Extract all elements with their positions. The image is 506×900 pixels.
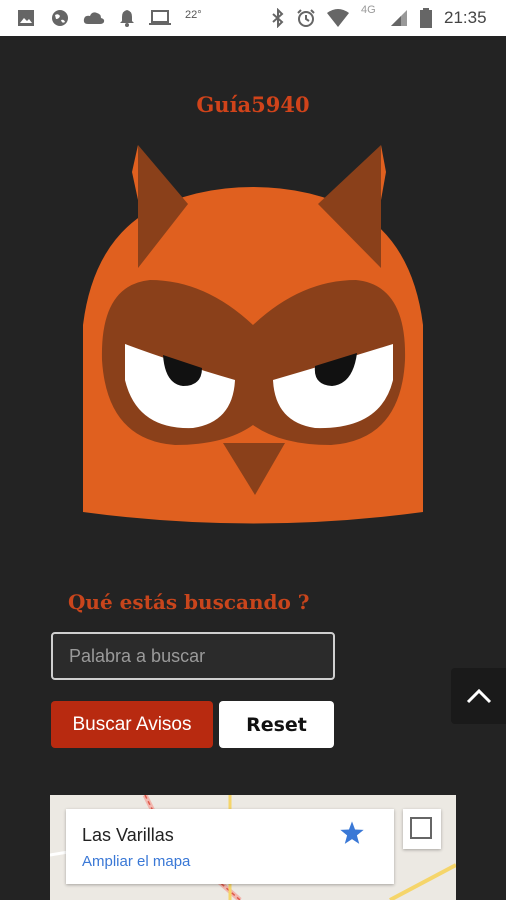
- map-fullscreen-button[interactable]: [403, 809, 441, 849]
- search-button[interactable]: Buscar Avisos: [51, 701, 213, 748]
- site-title[interactable]: Guía5940: [0, 92, 506, 117]
- signal-icon: [391, 10, 407, 26]
- battery-icon: [420, 8, 432, 28]
- map-enlarge-link[interactable]: Ampliar el mapa: [82, 853, 190, 870]
- map-place-name: Las Varillas: [82, 825, 174, 845]
- laptop-icon: [149, 10, 171, 25]
- status-bar: 22° 4G 21:35: [0, 0, 506, 36]
- map-info-card: Las Varillas Ampliar el mapa: [66, 809, 394, 884]
- chevron-up-icon: [466, 688, 492, 704]
- globe-icon: [52, 10, 68, 26]
- clock: 21:35: [444, 8, 487, 27]
- image-icon: [18, 10, 34, 26]
- search-input[interactable]: [51, 632, 335, 680]
- bell-icon: [120, 10, 134, 27]
- alarm-icon: [297, 9, 315, 27]
- fullscreen-icon: [410, 817, 432, 839]
- reset-button[interactable]: Reset: [219, 701, 334, 748]
- owl-left-ear-outer: [132, 145, 138, 200]
- owl-logo: [83, 145, 423, 524]
- cloud-icon: [83, 12, 105, 24]
- owl-right-ear-outer: [381, 145, 386, 200]
- temperature: 22°: [185, 9, 202, 21]
- scroll-top-button[interactable]: [451, 668, 506, 724]
- wifi-icon: [327, 9, 349, 27]
- bluetooth-icon: [272, 8, 284, 28]
- network-type: 4G: [361, 4, 376, 16]
- star-icon[interactable]: [338, 819, 366, 847]
- search-heading: Qué estás buscando ?: [68, 590, 310, 614]
- map-embed[interactable]: Las Varillas Ampliar el mapa: [50, 795, 456, 900]
